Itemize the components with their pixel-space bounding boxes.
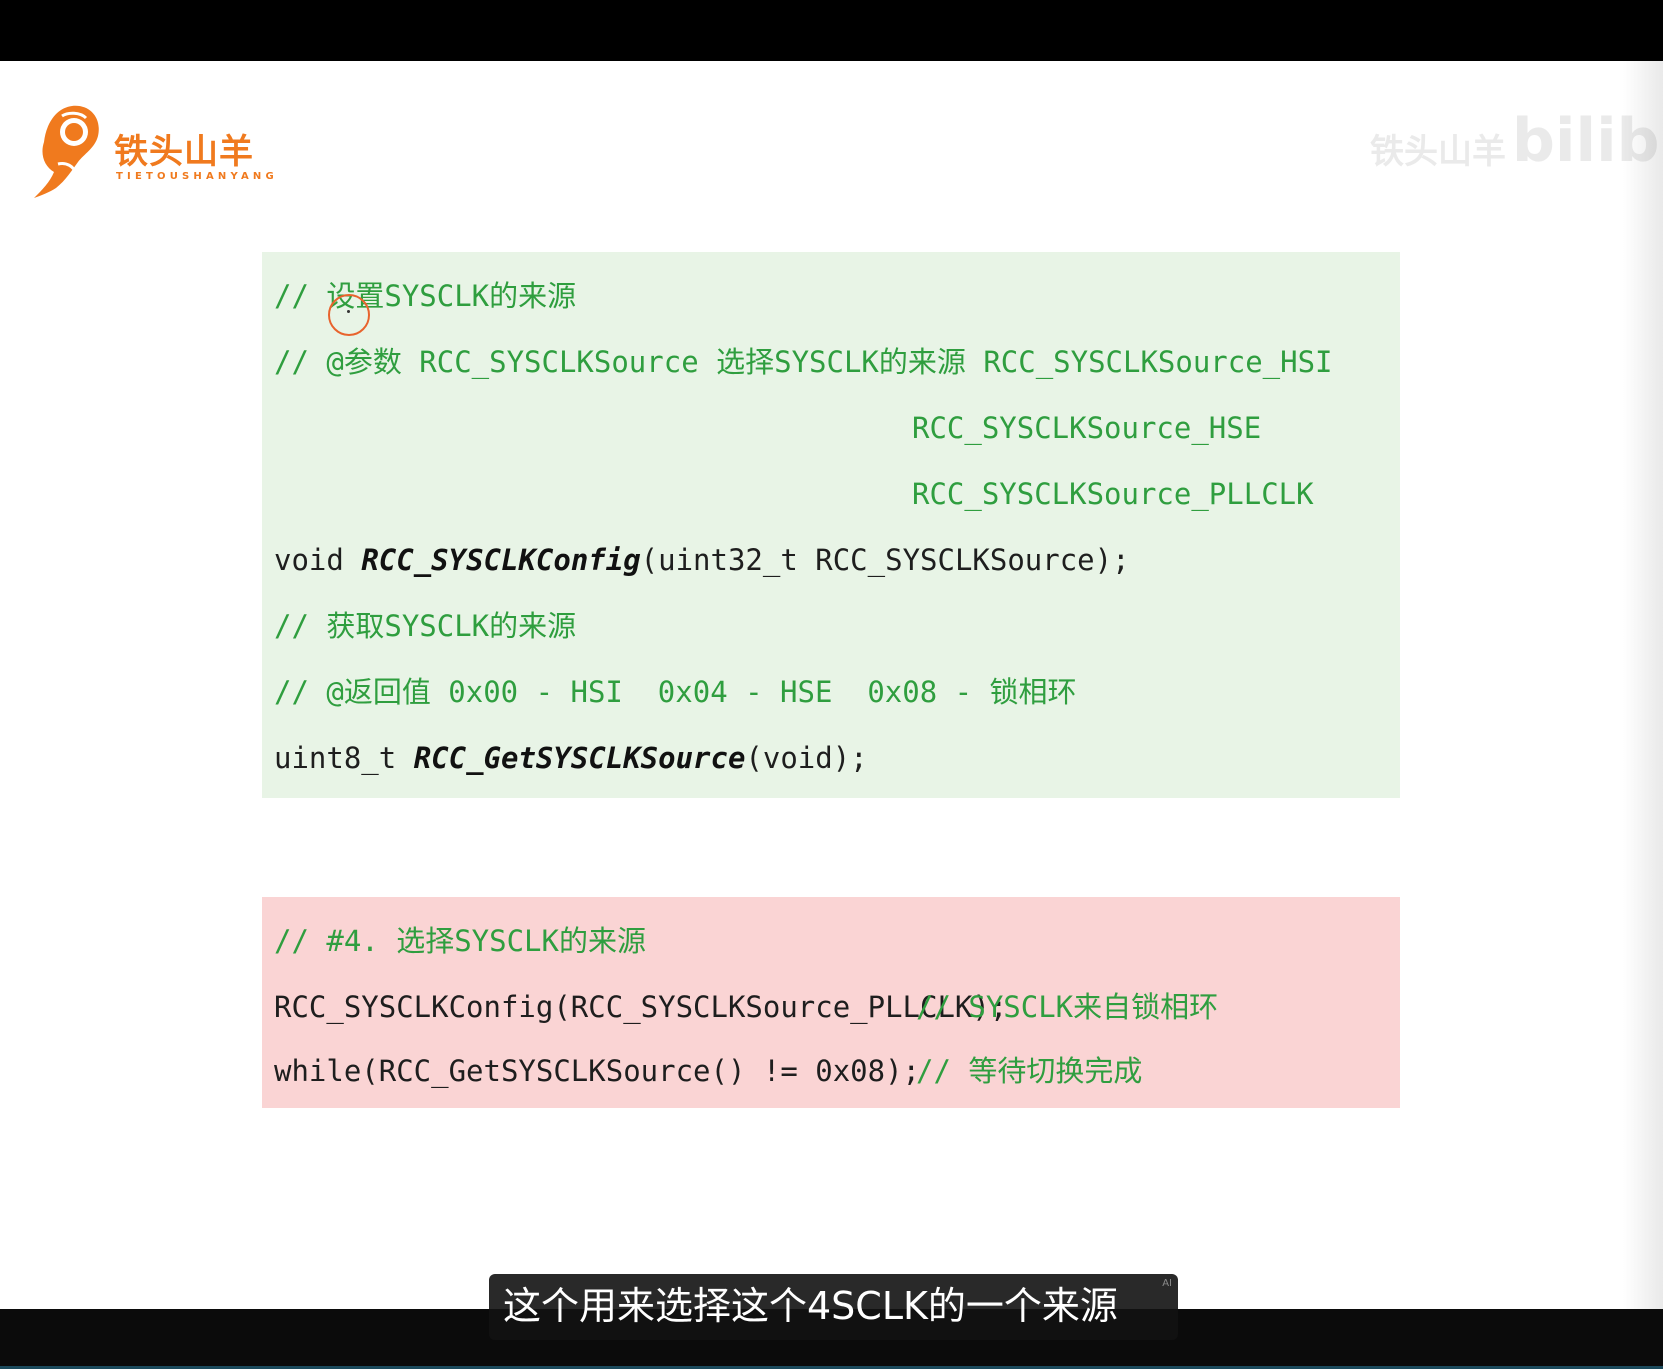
watermark-site-logo: bilibili bbox=[1512, 106, 1663, 176]
function-declaration: void RCC_SYSCLKConfig(uint32_t RCC_SYSCL… bbox=[274, 540, 1130, 580]
function-name: RCC_SYSCLKConfig bbox=[361, 543, 641, 577]
right-edge-shadow bbox=[1623, 61, 1663, 1309]
code-comment-line: RCC_SYSCLKSource_PLLCLK bbox=[912, 477, 1314, 511]
watermark-author: 铁头山羊 bbox=[1370, 132, 1506, 172]
code-comment-line: RCC_SYSCLKSource_HSE bbox=[912, 411, 1262, 445]
ai-subtitle: 这个用来选择这个4SCLK的一个来源 AI bbox=[489, 1274, 1178, 1340]
usage-example-code-block: // #4. 选择SYSCLK的来源 RCC_SYSCLKConfig(RCC_… bbox=[262, 897, 1400, 1108]
function-params: (void); bbox=[745, 741, 868, 775]
code-inline-comment: // 等待切换完成 bbox=[916, 1054, 1143, 1088]
code-comment-line: // 获取SYSCLK的来源 bbox=[274, 609, 577, 643]
api-reference-code-block: // 设置SYSCLK的来源 // @参数 RCC_SYSCLKSource 选… bbox=[262, 252, 1400, 798]
return-type: void bbox=[274, 543, 362, 577]
logo-name-en: TIETOUSHANYANG bbox=[116, 171, 278, 182]
goat-logo-icon bbox=[34, 105, 99, 198]
ai-badge: AI bbox=[1162, 1278, 1172, 1289]
code-comment-line: // @返回值 0x00 - HSI 0x04 - HSE 0x08 - 锁相环 bbox=[274, 675, 1077, 709]
code-comment-line: // 设置SYSCLK的来源 bbox=[274, 279, 577, 313]
logo-name-cn: 铁头山羊 bbox=[114, 132, 254, 172]
cursor-highlight-ring bbox=[328, 294, 370, 336]
code-comment-line: // @参数 RCC_SYSCLKSource 选择SYSCLK的来源 RCC_… bbox=[274, 345, 1333, 379]
return-type: uint8_t bbox=[274, 741, 414, 775]
bilibili-watermark: 铁头山羊 bilibili bbox=[1370, 98, 1663, 178]
function-declaration: uint8_t RCC_GetSYSCLKSource(void); bbox=[274, 738, 868, 778]
code-inline-comment: // SYSCLK来自锁相环 bbox=[916, 990, 1219, 1024]
code-statement: RCC_SYSCLKConfig(RCC_SYSCLKSource_PLLCLK… bbox=[274, 990, 1008, 1024]
function-params: (uint32_t RCC_SYSCLKSource); bbox=[640, 543, 1130, 577]
mouse-cursor-icon bbox=[347, 310, 350, 313]
function-name: RCC_GetSYSCLKSource bbox=[413, 741, 746, 775]
code-statement: while(RCC_GetSYSCLKSource() != 0x08); bbox=[274, 1054, 921, 1088]
subtitle-text: 这个用来选择这个4SCLK的一个来源 bbox=[503, 1284, 1118, 1328]
code-comment-line: // #4. 选择SYSCLK的来源 bbox=[274, 924, 646, 958]
brand-logo: 铁头山羊 TIETOUSHANYANG bbox=[32, 102, 274, 202]
